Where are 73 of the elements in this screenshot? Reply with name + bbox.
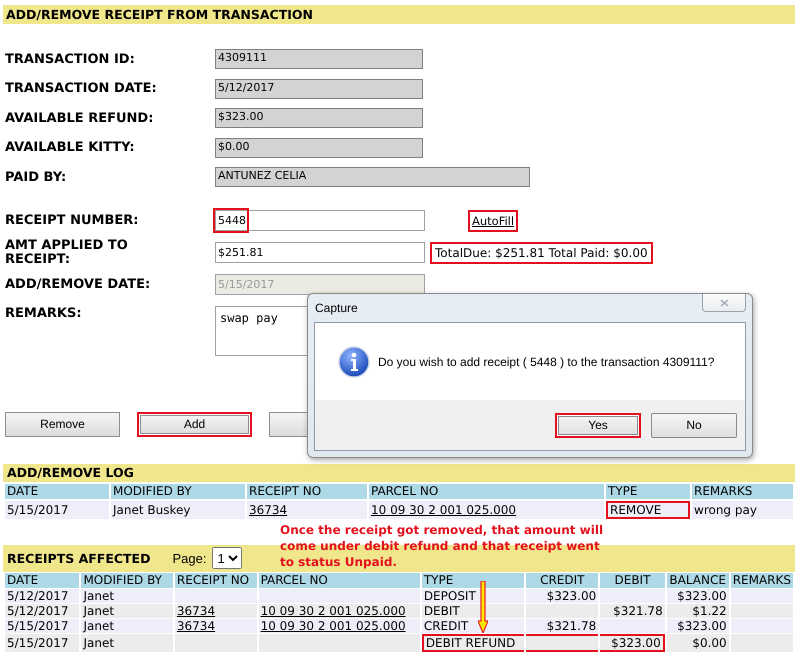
- column-header: REMARKS: [730, 572, 793, 588]
- annotation-note: Once the receipt got removed, that amount will come under debit refund and that receipt went to status Unpaid.: [280, 522, 604, 570]
- table-cell: 5/15/2017: [7, 636, 69, 650]
- close-button[interactable]: [702, 294, 746, 312]
- info-icon: [338, 346, 370, 378]
- table-cell: 5/12/2017: [7, 588, 69, 602]
- page-label: Page:: [172, 550, 206, 566]
- column-header: TYPE: [422, 572, 524, 588]
- field-label: TRANSACTION ID:: [5, 52, 136, 66]
- table-cell: $321.78: [613, 604, 663, 618]
- readonly-field: $0.00: [215, 138, 423, 158]
- table-cell: $323.00: [677, 588, 727, 602]
- column-header: RECEIPT NO: [174, 572, 257, 588]
- table-cell: DEPOSIT: [424, 588, 476, 602]
- down-arrow-icon: [478, 580, 488, 632]
- receipt-number-field[interactable]: 5448: [215, 210, 425, 231]
- table-cell: Janet: [83, 588, 114, 602]
- readonly-field: ANTUNEZ CELIA: [215, 167, 530, 187]
- totals-text: TotalDue: $251.81 Total Paid: $0.00: [432, 244, 651, 262]
- column-header: DEBIT: [600, 572, 665, 588]
- field-label: AMT APPLIED TO RECEIPT:: [5, 238, 129, 266]
- column-header: TYPE: [606, 484, 690, 498]
- table-cell: $323.00: [546, 588, 596, 602]
- field-label: ADD/REMOVE DATE:: [5, 277, 152, 292]
- column-header: DATE: [5, 572, 80, 588]
- close-icon: [720, 298, 728, 306]
- table-cell: wrong pay: [694, 502, 757, 516]
- table-cell: DEBIT: [424, 604, 460, 618]
- section-title: RECEIPTS AFFECTED: [6, 550, 150, 566]
- dialog-message: Do you wish to add receipt ( 5448 ) to the transaction 4309111?: [378, 354, 714, 368]
- table-cell: Janet Buskey: [113, 502, 190, 516]
- dialog-title: Capture: [314, 301, 358, 315]
- autofill-link[interactable]: AutoFill: [470, 212, 516, 230]
- table-cell: DEBIT REFUND: [426, 636, 516, 650]
- table-cell: Janet: [83, 604, 114, 618]
- field-label: AVAILABLE REFUND:: [5, 110, 154, 126]
- table-cell: 5/15/2017: [7, 502, 69, 516]
- page-select[interactable]: 1: [212, 547, 242, 569]
- dialog-button[interactable]: No: [651, 412, 737, 438]
- field-label: PAID BY:: [5, 170, 68, 184]
- column-header: PARCEL NO: [258, 572, 420, 588]
- field-label: REMARKS:: [5, 306, 83, 320]
- column-header: PARCEL NO: [369, 484, 604, 498]
- column-header: RECEIPT NO: [247, 484, 367, 498]
- table-cell: $1.22: [692, 604, 727, 618]
- column-header: MODIFIED BY: [111, 484, 245, 498]
- table-cell: CREDIT: [424, 618, 468, 632]
- column-header: MODIFIED BY: [81, 572, 173, 588]
- column-header: CREDIT: [526, 572, 598, 588]
- column-header: BALANCE: [666, 572, 729, 588]
- table-cell: 5/15/2017: [7, 618, 69, 632]
- table-cell: $321.78: [546, 618, 596, 632]
- column-header: DATE: [5, 484, 109, 498]
- table-cell: $0.00: [692, 636, 727, 650]
- table-cell: Janet: [83, 618, 114, 632]
- table-cell: $323.00: [611, 636, 661, 650]
- readonly-field: 5/12/2017: [215, 78, 423, 98]
- readonly-field: 4309111: [215, 49, 423, 69]
- readonly-field: $323.00: [215, 108, 423, 128]
- field-label: RECEIPT NUMBER:: [5, 213, 140, 228]
- table-cell: 5/12/2017: [7, 604, 69, 618]
- dialog-button[interactable]: Yes: [555, 412, 641, 438]
- section-title: ADD/REMOVE LOG: [6, 465, 134, 480]
- action-button[interactable]: Add: [137, 412, 252, 436]
- section-header: ADD/REMOVE RECEIPT FROM TRANSACTION: [3, 5, 795, 24]
- amount-field[interactable]: $251.81: [215, 242, 425, 263]
- action-button[interactable]: Remove: [5, 412, 120, 436]
- table-cell: $323.00: [677, 618, 727, 632]
- field-label: AVAILABLE KITTY:: [5, 140, 136, 155]
- table-cell: Janet: [83, 636, 114, 650]
- field-label: TRANSACTION DATE:: [5, 81, 158, 96]
- table-cell: REMOVE: [610, 502, 662, 516]
- column-header: REMARKS: [692, 484, 793, 498]
